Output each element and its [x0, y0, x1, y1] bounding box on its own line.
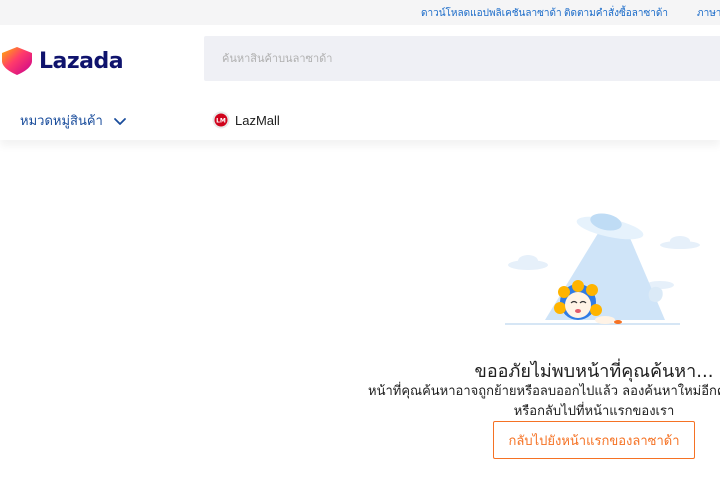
categories-label: หมวดหมู่สินค้า	[20, 114, 103, 129]
language-link[interactable]: ภาษา	[697, 6, 720, 21]
categories-dropdown[interactable]: หมวดหมู่สินค้า	[20, 110, 127, 131]
search-input[interactable]	[204, 36, 720, 81]
chevron-down-icon	[113, 117, 126, 125]
not-found-illustration	[505, 213, 700, 325]
lazmall-label: LazMall	[235, 112, 280, 128]
nav-bar: หมวดหมู่สินค้า LM LazMall	[0, 100, 720, 140]
logo-text: Lazada	[39, 48, 124, 74]
site-header: Lazada	[0, 25, 720, 100]
empty-state-description-line2: หรือกลับไปที่หน้าแรกของเรา	[513, 404, 675, 419]
lazmall-link[interactable]: LM LazMall	[212, 111, 280, 129]
download-app-link[interactable]: ดาวน์โหลดแอปพลิเคชันลาซาด้า	[421, 6, 562, 21]
empty-state-description-line1: หน้าที่คุณค้นหาอาจถูกย้ายหรือลบออกไปแล้ว…	[368, 384, 720, 399]
lazada-heart-icon	[2, 47, 32, 75]
track-order-link[interactable]: ติดตามคำสั่งซื้อลาซาด้า	[564, 6, 668, 21]
top-utility-bar: ดาวน์โหลดแอปพลิเคชันลาซาด้า ติดตามคำสั่ง…	[0, 0, 720, 25]
back-to-home-button[interactable]: กลับไปยังหน้าแรกของลาซาด้า	[493, 421, 695, 459]
svg-text:LM: LM	[216, 118, 226, 125]
search-bar[interactable]	[204, 36, 720, 81]
lazada-logo[interactable]: Lazada	[0, 45, 124, 77]
lazmall-icon: LM	[212, 111, 230, 129]
